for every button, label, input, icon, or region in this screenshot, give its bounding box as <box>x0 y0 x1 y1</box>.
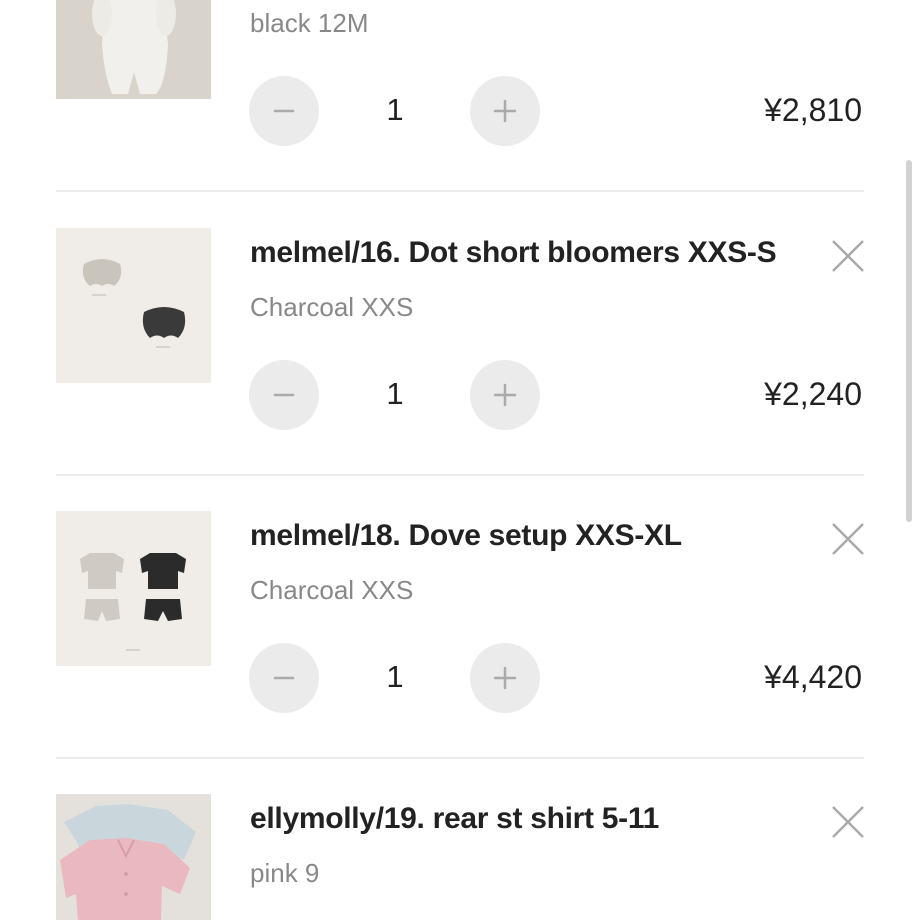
item-variant: Charcoal XXS <box>250 575 414 605</box>
item-price: ¥4,420 <box>764 659 862 695</box>
product-photo-bloomers <box>56 228 211 383</box>
plus-icon <box>493 666 517 690</box>
cart-item: black 12M 1 ¥2,810 <box>0 0 920 227</box>
plus-icon <box>493 383 517 407</box>
remove-item-button[interactable] <box>828 802 868 842</box>
minus-icon <box>273 393 295 397</box>
decrease-quantity-button[interactable] <box>249 76 319 146</box>
product-thumbnail[interactable] <box>56 228 211 383</box>
item-divider <box>56 757 864 759</box>
quantity-value: 1 <box>386 376 404 411</box>
product-thumbnail[interactable] <box>56 0 211 99</box>
product-photo-black-white-romper <box>56 0 211 99</box>
item-divider <box>56 474 864 476</box>
product-photo-setup <box>56 511 211 666</box>
item-divider <box>56 190 864 192</box>
remove-item-button[interactable] <box>828 236 868 276</box>
item-title[interactable]: melmel/16. Dot short bloomers XXS-S <box>250 236 777 270</box>
item-variant: black 12M <box>250 8 369 38</box>
plus-icon <box>493 99 517 123</box>
product-thumbnail[interactable] <box>56 511 211 666</box>
cart-item: melmel/16. Dot short bloomers XXS-S Char… <box>0 228 920 511</box>
item-title[interactable]: melmel/18. Dove setup XXS-XL <box>250 519 682 553</box>
item-title[interactable]: ellymolly/19. rear st shirt 5-11 <box>250 802 659 836</box>
quantity-value: 1 <box>386 659 404 694</box>
minus-icon <box>273 109 295 113</box>
cart-item: ellymolly/19. rear st shirt 5-11 pink 9 <box>0 794 920 920</box>
minus-icon <box>273 676 295 680</box>
item-price: ¥2,810 <box>764 92 862 128</box>
product-thumbnail[interactable] <box>56 794 211 920</box>
close-icon <box>832 240 864 272</box>
product-photo-shirts <box>56 794 211 920</box>
scrollbar-thumb[interactable] <box>906 160 912 522</box>
increase-quantity-button[interactable] <box>470 643 540 713</box>
increase-quantity-button[interactable] <box>470 360 540 430</box>
close-icon <box>832 523 864 555</box>
item-variant: pink 9 <box>250 858 320 888</box>
item-price: ¥2,240 <box>764 376 862 412</box>
decrease-quantity-button[interactable] <box>249 643 319 713</box>
decrease-quantity-button[interactable] <box>249 360 319 430</box>
close-icon <box>832 806 864 838</box>
increase-quantity-button[interactable] <box>470 76 540 146</box>
cart-item: melmel/18. Dove setup XXS-XL Charcoal XX… <box>0 511 920 794</box>
remove-item-button[interactable] <box>828 519 868 559</box>
item-variant: Charcoal XXS <box>250 292 414 322</box>
quantity-value: 1 <box>386 92 404 127</box>
